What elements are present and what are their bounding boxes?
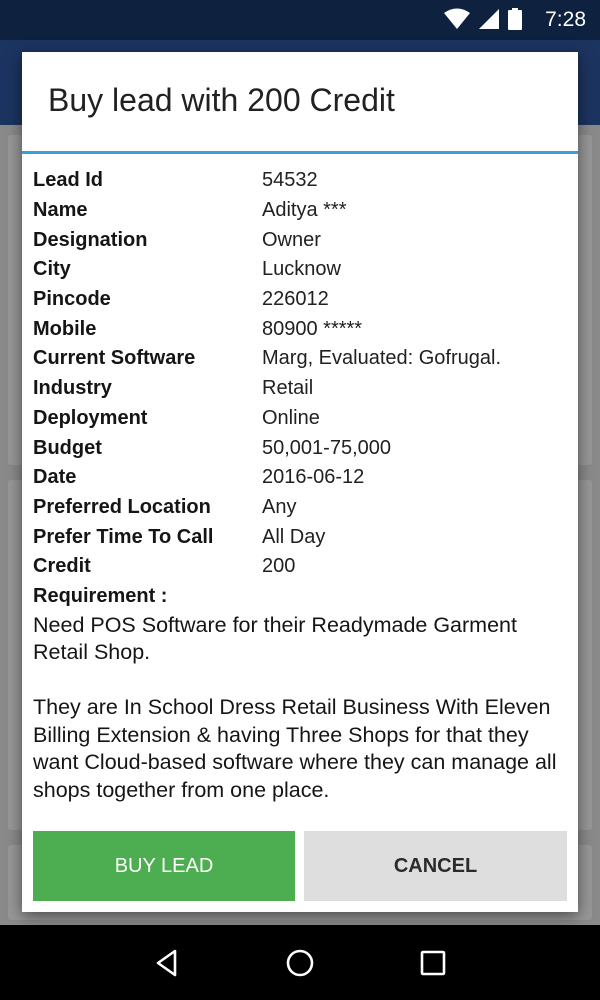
buy-lead-dialog: Buy lead with 200 Credit Lead Id 54532 Na… bbox=[22, 52, 578, 912]
lead-details: Lead Id 54532 Name Aditya *** Designation O… bbox=[33, 166, 568, 804]
field-label: Budget bbox=[33, 436, 102, 459]
field-value: All Day bbox=[262, 525, 326, 548]
title-divider bbox=[22, 151, 578, 154]
field-value: Retail bbox=[262, 377, 314, 400]
home-icon[interactable] bbox=[275, 938, 325, 988]
field-label: Preferred Location bbox=[33, 495, 211, 518]
field-label: Designation bbox=[33, 228, 148, 251]
field-value: 2016-06-12 bbox=[262, 466, 365, 489]
detail-row-current-software: Current Software Marg, Evaluated: Gofruga… bbox=[33, 344, 568, 374]
field-value: 50,001-75,000 bbox=[262, 436, 392, 459]
field-value: Aditya *** bbox=[262, 199, 347, 222]
battery-icon bbox=[508, 8, 522, 35]
cancel-button[interactable]: CANCEL bbox=[304, 831, 567, 901]
field-value: 200 bbox=[262, 555, 296, 578]
field-value: Online bbox=[262, 406, 320, 429]
field-value: Marg, Evaluated: Gofrugal. bbox=[262, 347, 502, 370]
field-label: Pincode bbox=[33, 288, 111, 311]
requirement-label: Requirement : bbox=[33, 584, 168, 607]
detail-row-lead-id: Lead Id 54532 bbox=[33, 166, 568, 196]
dialog-actions: BUY LEAD CANCEL bbox=[33, 831, 567, 901]
detail-row-city: City Lucknow bbox=[33, 255, 568, 285]
detail-row-prefer-time-to-call: Prefer Time To Call All Day bbox=[33, 522, 568, 552]
field-label: Prefer Time To Call bbox=[33, 525, 214, 548]
field-label: Name bbox=[33, 199, 88, 222]
detail-row-credit: Credit 200 bbox=[33, 552, 568, 582]
detail-row-date: Date 2016-06-12 bbox=[33, 463, 568, 493]
detail-row-budget: Budget 50,001-75,000 bbox=[33, 433, 568, 463]
wifi-icon bbox=[444, 8, 470, 35]
field-label: Lead Id bbox=[33, 169, 104, 192]
detail-row-designation: Designation Owner bbox=[33, 225, 568, 255]
field-label: Mobile bbox=[33, 317, 97, 340]
detail-row-deployment: Deployment Online bbox=[33, 404, 568, 434]
field-label: Date bbox=[33, 466, 77, 489]
field-label: Current Software bbox=[33, 347, 196, 370]
status-time: 7:28 bbox=[545, 8, 586, 31]
field-value: 226012 bbox=[262, 288, 329, 311]
back-icon[interactable] bbox=[142, 938, 192, 988]
signal-icon bbox=[478, 8, 500, 35]
field-label: Industry bbox=[33, 377, 112, 400]
buy-lead-button[interactable]: BUY LEAD bbox=[33, 831, 295, 901]
field-value: Any bbox=[262, 495, 297, 518]
field-label: Deployment bbox=[33, 406, 148, 429]
recents-icon[interactable] bbox=[408, 938, 458, 988]
detail-row-pincode: Pincode 226012 bbox=[33, 285, 568, 315]
field-value: 54532 bbox=[262, 169, 318, 192]
detail-row-name: Name Aditya *** bbox=[33, 196, 568, 226]
field-label: City bbox=[33, 258, 71, 281]
detail-row-mobile: Mobile 80900 ***** bbox=[33, 314, 568, 344]
background-peek bbox=[295, 831, 304, 901]
detail-row-preferred-location: Preferred Location Any bbox=[33, 493, 568, 523]
dialog-title: Buy lead with 200 Credit bbox=[48, 82, 395, 118]
status-bar: 7:28 bbox=[0, 0, 600, 40]
navigation-bar bbox=[0, 925, 600, 1000]
field-value: Owner bbox=[262, 228, 321, 251]
field-value: 80900 ***** bbox=[262, 317, 363, 340]
status-icons bbox=[444, 8, 522, 35]
detail-row-industry: Industry Retail bbox=[33, 374, 568, 404]
requirement-text: Need POS Software for their Readymade Ga… bbox=[33, 612, 557, 802]
field-label: Credit bbox=[33, 555, 91, 578]
field-value: Lucknow bbox=[262, 258, 341, 281]
